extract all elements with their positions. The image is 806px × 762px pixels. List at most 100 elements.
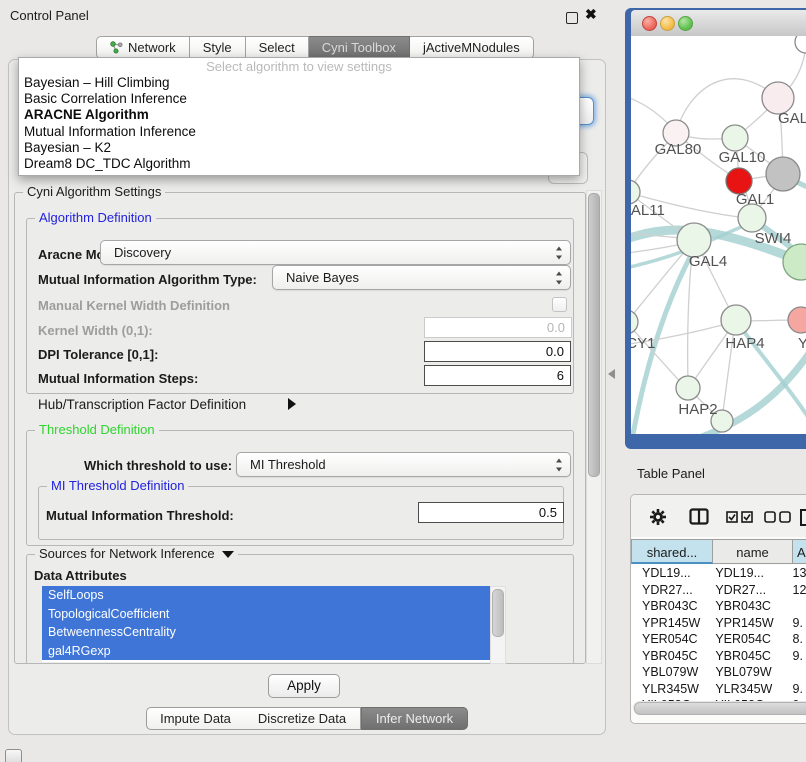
network-node-HAP2[interactable] bbox=[676, 376, 700, 400]
hub-definition-label[interactable]: Hub/Transcription Factor Definition bbox=[38, 397, 246, 412]
table-panel: shared... name A YDL19...YDL19...13YDR27… bbox=[630, 494, 806, 724]
attribute-item-selected[interactable]: BetweennessCentrality bbox=[42, 623, 490, 642]
minimize-window-icon[interactable] bbox=[660, 16, 675, 31]
settings-scrollbar[interactable] bbox=[586, 190, 602, 664]
data-attributes-list: SelfLoops TopologicalCoefficient Between… bbox=[42, 586, 490, 662]
dpi-tolerance-field[interactable]: 0.0 bbox=[424, 341, 571, 362]
network-node-HAP4[interactable] bbox=[721, 305, 751, 335]
network-node-label: GAL10 bbox=[719, 149, 766, 166]
page-icon[interactable] bbox=[799, 508, 806, 527]
deselect-all-icon[interactable] bbox=[764, 511, 791, 523]
aracne-mode-combo[interactable]: Discovery bbox=[100, 240, 571, 265]
column-header-shared[interactable]: shared... bbox=[631, 539, 713, 564]
expand-right-icon[interactable] bbox=[288, 398, 296, 410]
table-row[interactable]: YDR27...YDR27...12 bbox=[631, 582, 806, 599]
network-node-GAL4[interactable] bbox=[677, 223, 711, 257]
table-cell: YBR045C bbox=[709, 648, 786, 665]
mi-steps-field[interactable]: 6 bbox=[424, 365, 571, 386]
table-cell: YDL19... bbox=[631, 565, 709, 582]
attribute-item-selected[interactable]: SelfLoops bbox=[42, 586, 490, 605]
algorithm-option[interactable]: Basic Correlation Inference bbox=[19, 91, 579, 107]
collapse-down-icon[interactable] bbox=[222, 551, 234, 558]
tab-jactivemnodules[interactable]: jActiveMNodules bbox=[410, 36, 534, 59]
network-node-GCY1[interactable] bbox=[631, 310, 638, 334]
attribute-list-scrollbar[interactable] bbox=[490, 586, 506, 664]
algorithm-option[interactable]: Dream8 DC_TDC Algorithm bbox=[19, 156, 579, 172]
table-panel-title: Table Panel bbox=[637, 466, 705, 481]
table-row[interactable]: YPR145WYPR145W9. bbox=[631, 615, 806, 632]
scrollbar-thumb[interactable] bbox=[634, 702, 806, 715]
float-panel-icon[interactable] bbox=[566, 12, 578, 24]
table-cell: YER054C bbox=[709, 631, 786, 648]
tab-network[interactable]: Network bbox=[96, 36, 190, 59]
network-node-GAL10[interactable] bbox=[722, 125, 748, 151]
network-node-SWI4[interactable] bbox=[738, 204, 766, 232]
control-panel-title: Control Panel bbox=[10, 8, 89, 23]
network-canvas[interactable]: GALGAL80GAL10GAL1GAL11SWI4GAL4GCY1HAP4YH… bbox=[631, 36, 806, 434]
table-horizontal-scrollbar[interactable] bbox=[633, 701, 806, 714]
algorithm-option[interactable]: Mutual Information Inference bbox=[19, 124, 579, 140]
close-panel-icon[interactable]: ✖ bbox=[585, 6, 597, 23]
tab-discretize-data[interactable]: Discretize Data bbox=[244, 707, 361, 730]
column-header-name[interactable]: name bbox=[713, 539, 793, 564]
data-attributes-label: Data Attributes bbox=[34, 568, 127, 583]
tab-select[interactable]: Select bbox=[246, 36, 309, 59]
combo-value: Naive Bayes bbox=[286, 270, 359, 285]
table-cell: YPR145W bbox=[631, 615, 709, 632]
tab-infer-network[interactable]: Infer Network bbox=[361, 707, 468, 730]
splitter-collapse-icon[interactable] bbox=[608, 369, 615, 379]
kernel-width-field[interactable]: 0.0 bbox=[424, 317, 572, 338]
table-row[interactable]: YDL19...YDL19...13 bbox=[631, 565, 806, 582]
mi-algorithm-type-combo[interactable]: Naive Bayes bbox=[272, 265, 571, 290]
table-cell: YLR345W bbox=[631, 681, 709, 698]
table-cell: YBR043C bbox=[709, 598, 786, 615]
network-icon bbox=[110, 41, 123, 54]
table-row[interactable]: YLR345WYLR345W9. bbox=[631, 681, 806, 698]
network-window-titlebar[interactable] bbox=[631, 10, 806, 37]
tab-label: Style bbox=[203, 37, 232, 58]
network-node[interactable] bbox=[783, 244, 806, 280]
algorithm-option[interactable]: Bayesian – K2 bbox=[19, 140, 579, 156]
network-node[interactable] bbox=[766, 157, 800, 191]
table-row[interactable]: YER054CYER054C8. bbox=[631, 631, 806, 648]
table-cell: YBR045C bbox=[631, 648, 709, 665]
table-cell bbox=[787, 664, 806, 681]
column-header-partial[interactable]: A bbox=[793, 539, 806, 564]
attribute-item-selected[interactable]: TopologicalCoefficient bbox=[42, 605, 490, 624]
group-title: Algorithm Definition bbox=[35, 210, 156, 225]
algorithm-option[interactable]: Bayesian – Hill Climbing bbox=[19, 75, 579, 91]
tab-impute-data[interactable]: Impute Data bbox=[146, 707, 245, 730]
attribute-item-selected[interactable]: gal4RGexp bbox=[42, 642, 490, 661]
table-toolbar bbox=[631, 495, 806, 537]
stepper-arrows-icon bbox=[555, 271, 564, 284]
tab-label: Cyni Toolbox bbox=[322, 37, 396, 58]
manual-kernel-checkbox[interactable] bbox=[552, 297, 567, 312]
application-window: Control Panel ✖ Network Style Select Cyn… bbox=[0, 0, 806, 762]
stepper-arrows-icon bbox=[555, 458, 564, 471]
apply-button[interactable]: Apply bbox=[268, 674, 340, 698]
table-row[interactable]: YBR045CYBR045C9. bbox=[631, 648, 806, 665]
table-row[interactable]: YBL079WYBL079W bbox=[631, 664, 806, 681]
scrollbar-thumb[interactable] bbox=[588, 193, 600, 477]
network-node[interactable] bbox=[795, 36, 806, 53]
mutual-information-threshold-field[interactable]: 0.5 bbox=[418, 502, 564, 523]
network-node-Y[interactable] bbox=[788, 307, 806, 333]
select-all-icon[interactable] bbox=[726, 511, 753, 523]
which-threshold-combo[interactable]: MI Threshold bbox=[236, 452, 571, 477]
table-row[interactable]: YBR043CYBR043C bbox=[631, 598, 806, 615]
mi-steps-label: Mutual Information Steps: bbox=[38, 371, 198, 386]
gear-icon[interactable] bbox=[649, 508, 667, 526]
docked-panel-icon[interactable] bbox=[5, 749, 22, 762]
zoom-window-icon[interactable] bbox=[678, 16, 693, 31]
tab-style[interactable]: Style bbox=[190, 36, 246, 59]
mi-algorithm-type-label: Mutual Information Algorithm Type: bbox=[38, 272, 257, 287]
algorithm-dropdown-popup: Select algorithm to view settings Bayesi… bbox=[18, 57, 580, 176]
network-edge bbox=[631, 243, 692, 318]
table-cell: YBR043C bbox=[631, 598, 709, 615]
tab-cyni-toolbox[interactable]: Cyni Toolbox bbox=[309, 36, 410, 59]
table-cell: 8. bbox=[787, 631, 806, 648]
algorithm-option[interactable]: ARACNE Algorithm bbox=[19, 107, 579, 123]
close-window-icon[interactable] bbox=[642, 16, 657, 31]
split-columns-icon[interactable] bbox=[689, 508, 709, 525]
scrollbar-thumb[interactable] bbox=[492, 589, 504, 637]
